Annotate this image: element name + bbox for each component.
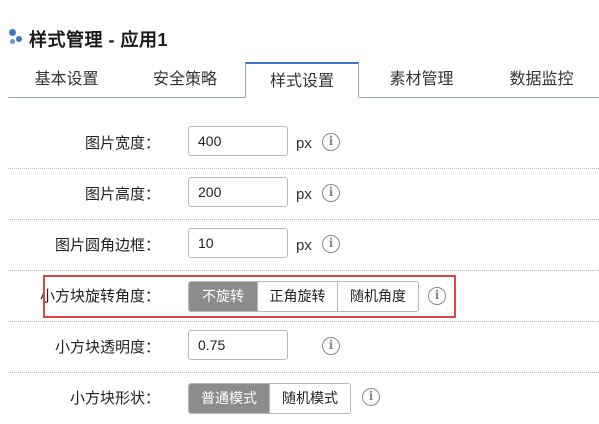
- image-width-label: 图片宽度：: [84, 135, 160, 152]
- form-row-block-shape: 小方块形状： 普通模式 随机模式 i: [8, 373, 599, 421]
- block-shape-segmented-control: 普通模式 随机模式: [188, 383, 351, 414]
- corner-radius-label: 图片圆角边框：: [54, 237, 160, 254]
- tab-data-monitoring[interactable]: 数据监控: [484, 62, 599, 98]
- info-circle-icon[interactable]: i: [322, 184, 340, 202]
- page-title: 样式管理 - 应用1: [29, 30, 169, 50]
- image-width-input[interactable]: [188, 126, 288, 156]
- info-circle-icon[interactable]: i: [322, 337, 340, 355]
- highlight-box: [43, 275, 456, 318]
- dots-logo-icon: [9, 28, 25, 46]
- image-height-label: 图片高度：: [84, 186, 160, 203]
- info-circle-icon[interactable]: i: [362, 388, 380, 406]
- shape-option-random[interactable]: 随机模式: [269, 384, 350, 413]
- form-row-corner-radius: 图片圆角边框： px i: [8, 220, 599, 271]
- corner-radius-input[interactable]: [188, 228, 288, 258]
- block-opacity-label: 小方块透明度：: [54, 339, 160, 356]
- tab-security-policy[interactable]: 安全策略: [125, 62, 245, 98]
- form-row-block-opacity: 小方块透明度： i: [8, 322, 599, 373]
- info-circle-icon[interactable]: i: [322, 133, 340, 151]
- image-width-unit: px: [296, 135, 312, 152]
- page-header: 样式管理 - 应用1: [0, 0, 599, 62]
- tab-style-settings[interactable]: 样式设置: [245, 62, 359, 98]
- shape-option-normal[interactable]: 普通模式: [189, 384, 269, 413]
- image-height-input[interactable]: [188, 177, 288, 207]
- corner-radius-unit: px: [296, 237, 312, 254]
- form-row-image-width: 图片宽度： px i: [8, 118, 599, 169]
- block-shape-label: 小方块形状：: [69, 390, 160, 407]
- info-circle-icon[interactable]: i: [322, 235, 340, 253]
- tab-bar: 基本设置 安全策略 样式设置 素材管理 数据监控: [8, 62, 599, 98]
- image-height-unit: px: [296, 186, 312, 203]
- block-opacity-input[interactable]: [188, 330, 288, 360]
- tab-asset-management[interactable]: 素材管理: [359, 62, 484, 98]
- tab-basic-settings[interactable]: 基本设置: [8, 62, 125, 98]
- form-row-image-height: 图片高度： px i: [8, 169, 599, 220]
